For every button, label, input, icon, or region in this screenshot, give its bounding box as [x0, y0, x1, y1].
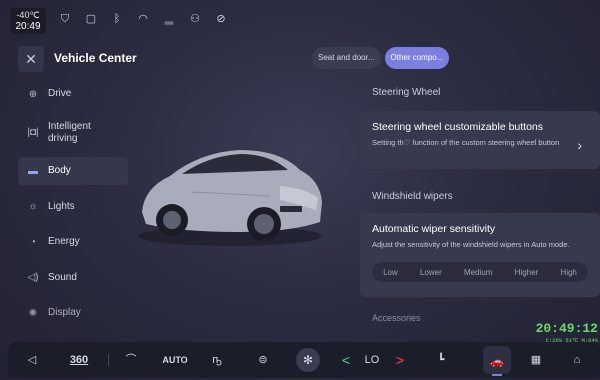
temp-clock-block: -40℃ 20:49 [10, 8, 46, 34]
intelligent-driving-icon: |◘| [27, 127, 39, 138]
defrost-button[interactable]: ҧ [204, 342, 230, 378]
temp-decrease-button[interactable]: < [336, 342, 356, 378]
option-low[interactable]: Low [383, 268, 398, 277]
rounded-square-icon: ▢ [85, 13, 97, 25]
section-title-steering: Steering Wheel [372, 87, 441, 98]
card-title: Steering wheel customizable buttons [372, 121, 544, 133]
sidebar-item-energy[interactable]: ◔ Energy [18, 228, 128, 256]
volume-button[interactable]: ◁ [20, 342, 44, 378]
sidebar-item-label: Lights [48, 200, 75, 212]
card-title: Automatic wiper sensitivity [372, 223, 496, 235]
defrost-icon: ҧ [212, 354, 222, 366]
close-icon: ✕ [25, 51, 37, 67]
apps-icon: ▦ [530, 354, 542, 366]
page-title: Vehicle Center [54, 51, 137, 65]
chevron-right-icon: › [577, 137, 582, 153]
option-higher[interactable]: Higher [515, 268, 539, 277]
home-icon: ⌂ [573, 354, 581, 366]
temp-increase-button[interactable]: > [390, 342, 410, 378]
card-description: Setting th♡ function of the custom steer… [372, 138, 560, 147]
header: ✕ Vehicle Center Seat and door... Other … [0, 42, 600, 72]
option-lower[interactable]: Lower [420, 268, 442, 277]
hotspot-icon: ◠ [138, 13, 148, 25]
sidebar-item-label: Body [48, 165, 71, 176]
chevron-right-icon: > [395, 352, 405, 368]
bottom-dock: ◁ 360 ⌒ AUTO ҧ ⊜ ✻ < LO > ┗ 🚗 ▦ ⌂ [8, 342, 600, 378]
air-circulation-button[interactable]: ⊜ [248, 342, 278, 378]
car-body-icon: ▬ [28, 165, 38, 177]
sidebar-item-sound[interactable]: ◁) Sound [18, 264, 128, 292]
wiper-sensitivity-selector: Low Lower Medium Higher High [372, 262, 588, 282]
fan-button[interactable]: ✻ [296, 348, 320, 372]
chevron-left-icon: < [341, 352, 351, 368]
drive-icon: ⊕ [28, 88, 38, 100]
wiper-sensitivity-card: Automatic wiper sensitivity Adjust the s… [360, 213, 600, 297]
sidebar-item-intelligent-driving[interactable]: |◘| Intelligent driving [18, 116, 128, 150]
seat-icon: ⌒ [125, 354, 137, 366]
sidebar-item-body[interactable]: ▬ Body [18, 157, 128, 185]
tab-other-components[interactable]: Other compo... [384, 47, 450, 69]
auto-label: AUTO [162, 355, 188, 365]
signal-icon: ▂ [164, 13, 174, 25]
status-time: 20:49 [15, 21, 41, 32]
status-bar: -40℃ 20:49 ⛉ ▢ ᛒ ◠ ▂ ⚇ ⊘ [0, 0, 600, 38]
person-icon: ⚇ [190, 13, 200, 25]
vehicle-center-button[interactable]: 🚗 [483, 346, 511, 374]
auto-ac-button[interactable]: AUTO [158, 342, 192, 378]
active-indicator [492, 374, 502, 376]
home-button[interactable]: ⌂ [564, 342, 590, 378]
shield-icon: ⛉ [60, 13, 70, 25]
option-medium[interactable]: Medium [464, 268, 492, 277]
status-icons: ⛉ ▢ ᛒ ◠ ▂ ⚇ ⊘ [58, 12, 228, 26]
temperature-value: LO [364, 354, 380, 366]
settings-panel: Steering Wheel Steering wheel customizab… [360, 80, 600, 297]
card-description: Adjust the sensitivity of the windshield… [372, 240, 570, 249]
outside-temperature: -40℃ [16, 10, 40, 20]
light-icon: ☼ [28, 201, 38, 212]
seat-heat-icon: ┗ [437, 354, 445, 366]
dock-divider [108, 354, 109, 366]
bluetooth-icon: ᛒ [113, 13, 121, 25]
360-icon: 360 [69, 354, 89, 366]
sidebar-item-label: Sound [48, 271, 77, 283]
car-icon: 🚗 [490, 356, 504, 368]
sidebar-item-label: Intelligent driving [48, 120, 91, 144]
speaker-icon: ◁) [27, 272, 39, 283]
display-icon: ✺ [28, 307, 38, 319]
seat-heat-button[interactable]: ┗ [428, 342, 454, 378]
close-button[interactable]: ✕ [18, 46, 44, 72]
sidebar-item-label: Display [48, 307, 81, 318]
tab-bar: Seat and door... Other compo... [312, 47, 450, 69]
energy-icon: ◔ [29, 236, 37, 248]
section-title-wipers: Windshield wipers [372, 191, 453, 202]
sidebar: ⊕ Drive |◘| Intelligent driving ▬ Body ☼… [18, 80, 128, 335]
sidebar-item-display[interactable]: ✺ Display [18, 299, 128, 327]
sidebar-item-drive[interactable]: ⊕ Drive [18, 80, 128, 108]
section-title-accessories: Accessories [372, 313, 421, 323]
fan-icon: ✻ [302, 353, 314, 367]
overlay-clock: 20:49:12 [535, 321, 598, 336]
apps-button[interactable]: ▦ [523, 342, 549, 378]
location-off-icon: ⊘ [216, 13, 226, 25]
sidebar-item-label: Drive [48, 88, 72, 99]
tab-seat-and-door[interactable]: Seat and door... [312, 47, 381, 69]
option-high[interactable]: High [560, 268, 576, 277]
vehicle-illustration [138, 150, 322, 246]
sidebar-item-label: Energy [48, 236, 80, 247]
steering-buttons-card[interactable]: Steering wheel customizable buttons Sett… [360, 111, 600, 169]
volume-icon: ◁ [27, 354, 37, 366]
car-air-icon: ⊜ [258, 354, 268, 366]
view-360-button[interactable]: 360 [64, 342, 94, 378]
seat-button[interactable]: ⌒ [118, 342, 144, 378]
sidebar-item-lights[interactable]: ☼ Lights [18, 193, 128, 221]
